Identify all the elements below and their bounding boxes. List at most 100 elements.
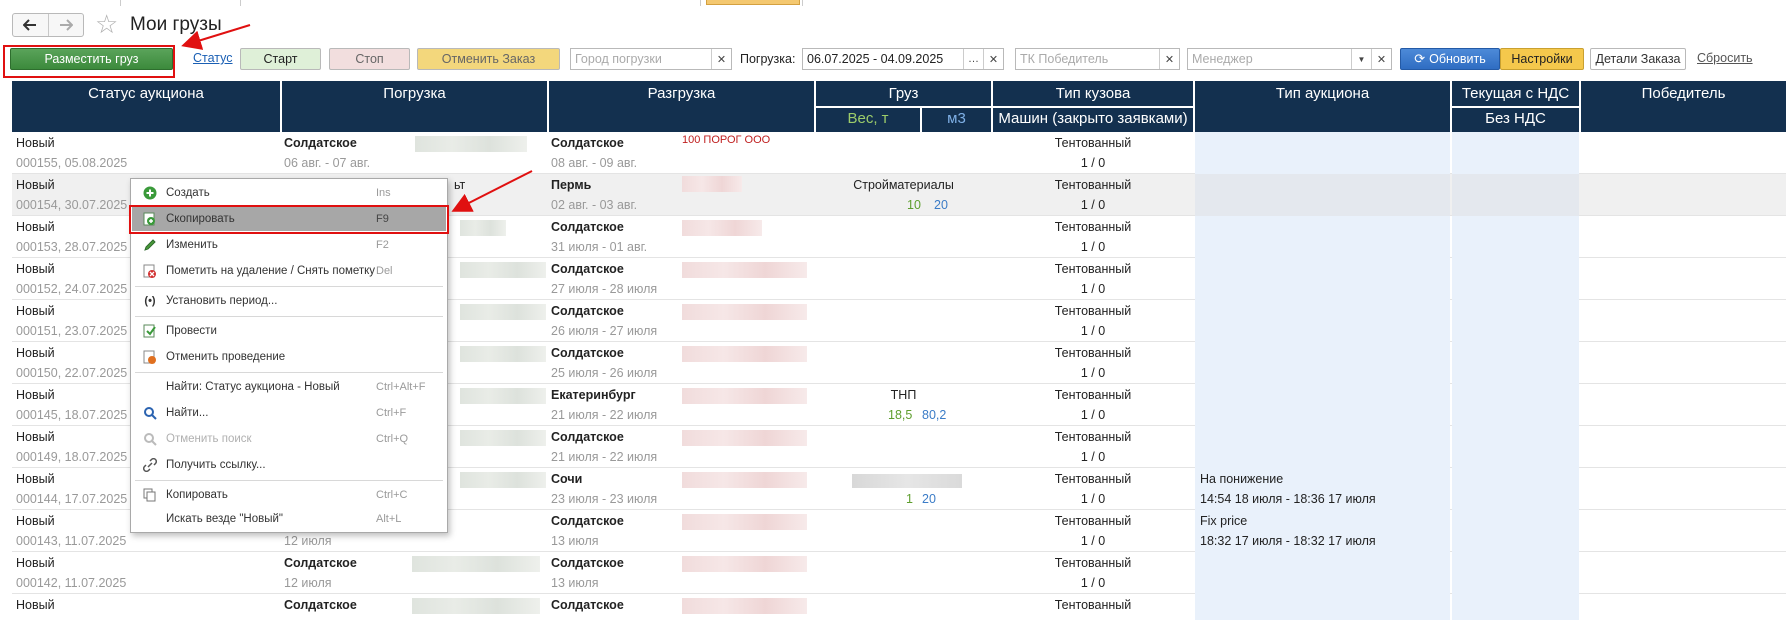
- clear-icon[interactable]: ✕: [983, 49, 1003, 69]
- redacted-block: [682, 220, 762, 236]
- body-type: Тентованный: [1054, 262, 1132, 276]
- header-vat[interactable]: Текущая с НДС: [1452, 81, 1579, 102]
- menu-item-find-status[interactable]: Найти: Статус аукциона - Новый Ctrl+Alt+…: [132, 375, 446, 399]
- select-period-button[interactable]: …: [963, 49, 983, 69]
- header-weight[interactable]: Вес, т: [816, 107, 920, 132]
- active-tab-indicator[interactable]: [706, 0, 800, 5]
- menu-item-create[interactable]: Создать Ins: [132, 181, 446, 205]
- clear-icon[interactable]: ✕: [711, 49, 731, 69]
- redacted-block: [412, 598, 540, 614]
- header-status[interactable]: Статус аукциона: [12, 81, 280, 102]
- body-type: Тентованный: [1054, 220, 1132, 234]
- menu-item-search-everywhere[interactable]: Искать везде "Новый" Alt+L: [132, 507, 446, 531]
- vat-cell-bg: [1452, 342, 1579, 384]
- body-type: Тентованный: [1054, 136, 1132, 150]
- trucks-count: 1 / 0: [1080, 576, 1106, 590]
- body-type: Тентованный: [1054, 430, 1132, 444]
- status-text: Новый: [16, 262, 55, 276]
- loading-period-field[interactable]: 06.07.2025 - 04.09.2025 … ✕: [802, 48, 1004, 70]
- redacted-block: [682, 176, 742, 192]
- refresh-button[interactable]: ⟳ Обновить: [1400, 48, 1500, 70]
- auction-cell-bg: [1195, 216, 1450, 258]
- chevron-down-icon[interactable]: ▼: [1351, 49, 1371, 69]
- menu-item-copy[interactable]: Копировать Ctrl+C: [132, 483, 446, 507]
- clear-icon[interactable]: ✕: [1371, 49, 1391, 69]
- loading-city: Солдатское: [284, 136, 357, 150]
- back-button[interactable]: [13, 14, 48, 36]
- manager-field[interactable]: Менеджер ▼ ✕: [1187, 48, 1392, 70]
- redacted-block: [460, 304, 546, 320]
- menu-item-mark-delete[interactable]: Пометить на удаление / Снять пометку Del: [132, 259, 446, 283]
- cancel-order-button[interactable]: Отменить Заказ: [417, 48, 560, 70]
- menu-item-edit[interactable]: Изменить F2: [132, 233, 446, 257]
- menu-item-get-link[interactable]: Получить ссылку...: [132, 453, 446, 477]
- header-auction-type[interactable]: Тип аукциона: [1195, 81, 1450, 102]
- vat-cell-bg: [1452, 300, 1579, 342]
- forward-button[interactable]: [47, 14, 84, 36]
- loading-dates: 12 июля: [284, 576, 332, 590]
- unloading-city: Пермь: [551, 178, 592, 192]
- table-row[interactable]: Новый 000155, 05.08.2025 Солдатское 06 а…: [12, 132, 1786, 174]
- body-type: Тентованный: [1054, 472, 1132, 486]
- status-text: Новый: [16, 388, 55, 402]
- stop-button[interactable]: Стоп: [329, 48, 410, 70]
- menu-item-unpost[interactable]: Отменить проведение: [132, 345, 446, 369]
- unloading-dates: 23 июля - 23 июля: [551, 492, 658, 506]
- unloading-extra: 100 ПОРОГ ООО: [682, 134, 771, 146]
- status-text: Новый: [16, 346, 55, 360]
- unloading-city: Солдатское: [551, 514, 624, 528]
- order-id: 000145, 18.07.2025: [16, 408, 128, 422]
- order-details-button[interactable]: Детали Заказа: [1590, 48, 1686, 70]
- table-row[interactable]: Новый Солдатское Солдатское Тентованный: [12, 594, 1786, 620]
- auction-cell-bg: [1195, 300, 1450, 342]
- loading-period-value: 06.07.2025 - 04.09.2025: [807, 52, 944, 66]
- tk-winner-field[interactable]: ТК Победитель ✕: [1015, 48, 1180, 70]
- header-winner[interactable]: Победитель: [1581, 81, 1786, 102]
- menu-item-cancel-search[interactable]: Отменить поиск Ctrl+Q: [132, 427, 446, 451]
- menu-item-find[interactable]: Найти... Ctrl+F: [132, 401, 446, 425]
- menu-item-post[interactable]: Провести: [132, 319, 446, 343]
- refresh-icon: ⟳: [1414, 51, 1426, 66]
- loading-city-placeholder: Город погрузки: [575, 52, 662, 66]
- link-icon: [138, 458, 162, 472]
- unloading-city: Сочи: [551, 472, 583, 486]
- place-cargo-button[interactable]: Разместить груз: [10, 48, 173, 70]
- header-volume[interactable]: м3: [922, 107, 991, 132]
- trucks-count: 1 / 0: [1080, 324, 1106, 338]
- tk-winner-placeholder: ТК Победитель: [1020, 52, 1109, 66]
- loading-city-field[interactable]: Город погрузки ✕: [570, 48, 732, 70]
- clear-icon[interactable]: ✕: [1159, 49, 1179, 69]
- pencil-icon: [138, 238, 162, 252]
- tab-divider: [700, 0, 701, 6]
- start-button[interactable]: Старт: [240, 48, 321, 70]
- body-type: Тентованный: [1054, 514, 1132, 528]
- trucks-count: 1 / 0: [1080, 366, 1106, 380]
- vat-cell-bg: [1452, 174, 1579, 216]
- trucks-count: 1 / 0: [1080, 198, 1106, 212]
- redacted-block: [682, 262, 807, 278]
- auction-cell-bg: [1195, 384, 1450, 426]
- unloading-city: Солдатское: [551, 136, 624, 150]
- unloading-dates: 08 авг. - 09 авг.: [551, 156, 638, 170]
- auction-cell-bg: [1195, 594, 1450, 620]
- trucks-count: 1 / 0: [1080, 240, 1106, 254]
- settings-button[interactable]: Настройки: [1500, 48, 1584, 70]
- body-type: Тентованный: [1054, 388, 1132, 402]
- annotation-highlight: [129, 205, 449, 234]
- header-trucks[interactable]: Машин (закрыто заявками): [993, 107, 1193, 132]
- header-loading[interactable]: Погрузка: [282, 81, 547, 102]
- table-row[interactable]: Новый 000142, 11.07.2025 Солдатское 12 и…: [12, 552, 1786, 594]
- redacted-cargo: [852, 474, 962, 488]
- header-body-type[interactable]: Тип кузова: [993, 81, 1193, 102]
- status-link[interactable]: Статус: [193, 51, 233, 65]
- reset-link[interactable]: Сбросить: [1697, 51, 1753, 65]
- unloading-dates: 13 июля: [551, 576, 599, 590]
- toolbar: Разместить груз Статус Старт Стоп Отмени…: [0, 44, 1786, 78]
- favorite-star-icon[interactable]: ☆: [95, 10, 118, 38]
- menu-item-set-period[interactable]: (•) Установить период...: [132, 289, 446, 313]
- header-unloading[interactable]: Разгрузка: [549, 81, 814, 102]
- header-cargo[interactable]: Груз: [816, 81, 991, 102]
- cargo-volume: 20: [922, 492, 936, 506]
- vat-cell-bg: [1452, 384, 1579, 426]
- header-no-vat[interactable]: Без НДС: [1452, 107, 1579, 132]
